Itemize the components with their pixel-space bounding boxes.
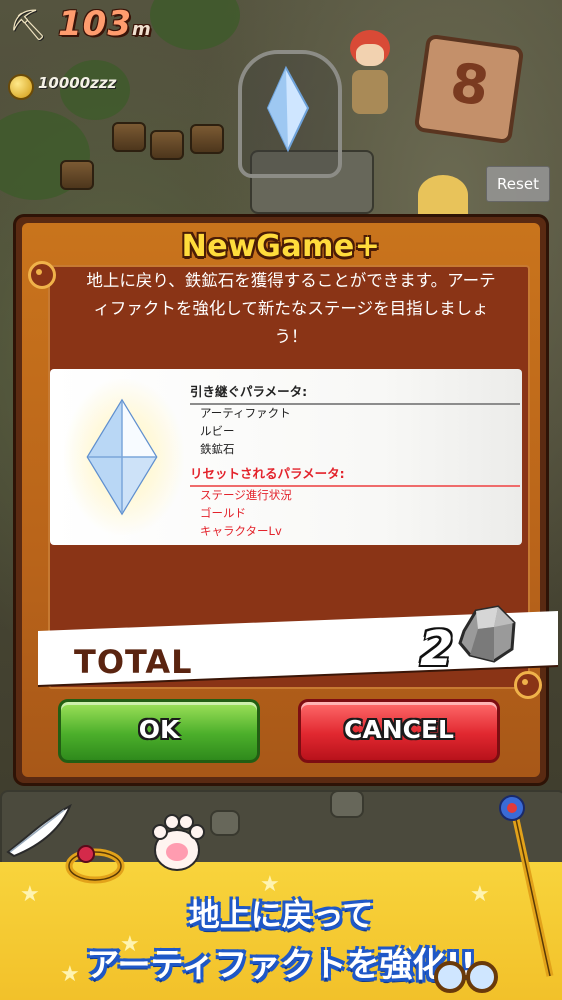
dialog-frame: NewGame+ 地上に戻り、鉄鉱石を獲得することができます。アーティファクトを… <box>22 223 542 777</box>
npc-character <box>418 175 468 215</box>
stone-block <box>330 790 364 818</box>
corner-ornament <box>514 671 542 699</box>
ok-button[interactable]: OK <box>58 699 260 763</box>
depth-unit: m <box>131 19 152 40</box>
paw-icon <box>152 814 205 871</box>
currency-amount: 10000zzz <box>38 74 117 92</box>
banner-headline: 地上に戻って <box>188 898 374 934</box>
crystal-shrine <box>238 50 342 178</box>
corner-ornament <box>28 261 56 289</box>
coin-icon <box>8 74 34 100</box>
reset-param-item: キャラクターLv <box>200 524 282 538</box>
bush <box>150 0 240 50</box>
inherited-param-item: ルビー <box>200 424 235 438</box>
dialog-title: NewGame+ <box>181 229 381 264</box>
shrine-crystal-icon <box>266 65 310 153</box>
total-value: 2 <box>420 621 454 677</box>
pickaxe-icon: ⛏ <box>8 8 48 43</box>
inherited-params-heading: 引き継ぐパラメータ: <box>190 381 520 405</box>
total-label: TOTAL <box>74 643 193 681</box>
ring-icon <box>65 845 125 884</box>
depth-counter: 103m <box>58 4 152 44</box>
barrel <box>150 130 184 160</box>
cancel-button[interactable]: CANCEL <box>298 699 500 763</box>
parameters-card: 引き継ぐパラメータ: アーティファクト ルビー 鉄鉱石 リセットされるパラメータ… <box>50 369 522 545</box>
wand-icon <box>499 795 554 977</box>
barrel <box>60 160 94 190</box>
rune-stone-tablet: 8 <box>413 33 525 145</box>
reset-button[interactable]: Reset <box>486 166 550 202</box>
reset-params-heading: リセットされるパラメータ: <box>190 463 520 487</box>
reset-param-item: ステージ進行状況 <box>200 488 292 502</box>
iron-ore-icon <box>458 605 516 663</box>
hero-character <box>340 30 400 140</box>
inherited-param-item: 鉄鉱石 <box>200 442 235 456</box>
newgame-plus-dialog: NewGame+ 地上に戻り、鉄鉱石を獲得することができます。アーティファクトを… <box>16 217 558 783</box>
dialog-description: 地上に戻り、鉄鉱石を獲得することができます。アーティファクトを強化して新たなステ… <box>86 271 496 346</box>
barrel <box>112 122 146 152</box>
crystal-icon <box>86 398 158 516</box>
barrel <box>190 124 224 154</box>
reset-param-item: ゴールド <box>200 506 246 520</box>
rune-symbol: 8 <box>446 50 493 119</box>
stone-block <box>210 810 240 836</box>
depth-value: 103 <box>58 4 132 44</box>
inherited-param-item: アーティファクト <box>200 406 291 420</box>
goggles-icon <box>434 961 498 993</box>
